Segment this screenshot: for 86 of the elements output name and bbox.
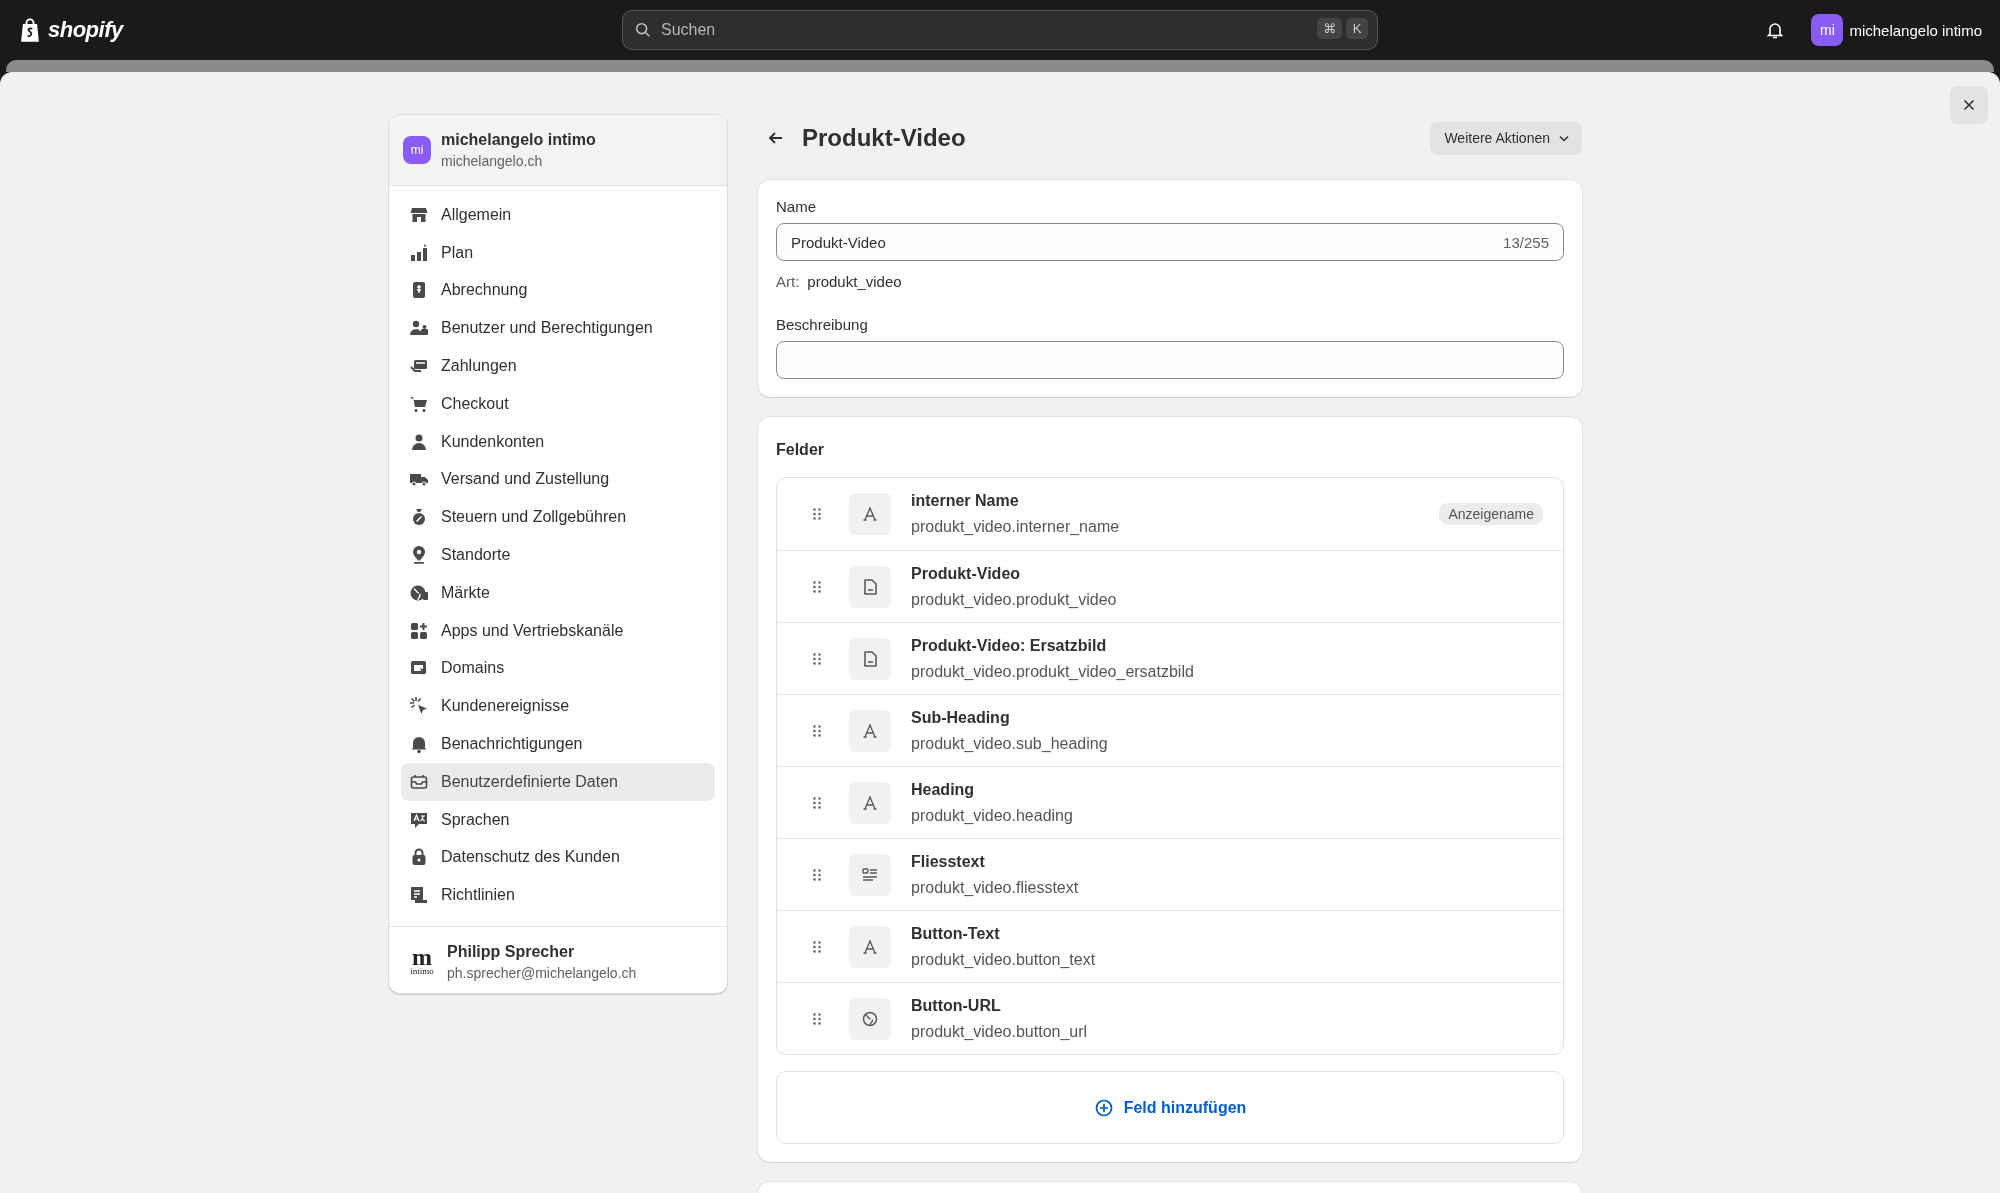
drag-handle-icon[interactable] [813,508,821,520]
field-key: produkt_video.button_url [911,1022,1543,1041]
field-label: Name [776,198,817,215]
sidebar-item[interactable]: Versand und Zustellung [401,460,715,499]
store-avatar: mi [403,136,431,164]
field-name: Heading [911,780,976,799]
bell-icon[interactable] [1765,20,1786,40]
field-name: Fliesstext [911,852,986,871]
field-label: Beschreibung [776,316,869,333]
drag-handle-icon[interactable] [813,580,821,593]
field-row[interactable]: Produkt-Video produkt_video.produkt_video [777,550,1563,622]
sidebar-item[interactable]: Abrechnung [401,271,715,310]
field-row[interactable]: Button-URL produkt_video.button_url [777,982,1563,1054]
sidebar-item[interactable]: Apps und Vertriebskanäle [401,611,715,650]
cursor-click-icon [409,696,429,717]
sidebar-item[interactable]: Allgemein [401,196,715,234]
plus-circle-icon [1093,1097,1114,1118]
field-key: produkt_video.sub_heading [911,734,1543,753]
section-title: Felder [776,441,825,459]
field-row[interactable]: Heading produkt_video.heading [777,766,1563,838]
sidebar-item[interactable]: Kundenkonten [401,422,715,461]
drag-handle-icon[interactable] [813,1012,821,1025]
store-name: michelangelo intimo [441,131,596,149]
add-field-button[interactable]: Feld hinzufügen [1089,1093,1251,1122]
field-row[interactable]: Fliesstext produkt_video.fliesstext [777,838,1563,910]
sidebar-item[interactable]: Kundenereignisse [401,687,715,726]
account-name: michelangelo intimo [1849,21,1982,39]
logo-text: shopify [48,17,123,43]
shortcut-key: ⌘ [1317,18,1342,39]
drag-handle-icon[interactable] [813,940,821,953]
drag-handle-icon[interactable] [813,652,821,665]
shortcut-key: K [1346,18,1368,39]
sidebar-item[interactable]: Standorte [401,536,715,574]
bar-chart-icon [409,242,429,263]
name-field[interactable]: Produkt-Video 13/255 [776,223,1564,261]
drag-handle-icon[interactable] [813,796,821,809]
logo-letter: m [412,948,432,967]
user-name: Philipp Sprecher [447,943,576,962]
account-menu[interactable]: mi michelangelo intimo [1811,14,1982,46]
type-value: produkt_video [807,273,902,290]
badge: Anzeigename [1439,503,1543,525]
field-key: produkt_video.produkt_video [911,590,1543,609]
field-row[interactable]: Button-Text produkt_video.button_text [777,910,1563,982]
avatar: mi [1811,14,1844,46]
sidebar-item[interactable]: Benutzerdefinierte Daten [401,762,715,801]
drag-handle-icon[interactable] [813,724,821,737]
sidebar-item[interactable]: Sprachen [401,800,715,839]
sidebar-item[interactable]: Richtlinien [401,876,715,915]
sidebar-item[interactable]: Benachrichtigungen [401,725,715,763]
field-name: Produkt-Video [911,564,1022,583]
user-email: ph.sprecher@michelangelo.ch [447,965,637,982]
apps-icon [409,620,429,641]
bell-icon [409,734,429,755]
description-field[interactable] [776,341,1564,379]
field-name: Produkt-Video: Ersatzbild [911,636,1108,655]
close-button[interactable] [1950,86,1988,124]
field-key: produkt_video.interner_name [911,518,1440,536]
document-icon [409,885,429,906]
field-key: produkt_video.produkt_video_ersatzbild [911,662,1543,681]
field-name: Sub-Heading [911,708,1011,727]
field-name: Button-URL [911,996,1002,1015]
sidebar-item[interactable]: Datenschutz des Kunden [401,838,715,877]
sidebar-item[interactable]: Domains [401,649,715,688]
field-value: Produkt-Video [791,233,886,251]
sidebar-item[interactable]: Märkte [401,573,715,612]
store-domain: michelangelo.ch [441,153,544,169]
field-row[interactable]: Sub-Heading produkt_video.sub_heading [777,694,1563,766]
shopping-bag-icon [18,17,42,43]
logo-subtitle: intimo [410,966,434,977]
page-title: Produkt-Video [802,124,966,152]
sidebar-item[interactable]: Zahlungen [401,347,715,385]
sidebar-item[interactable]: Plan [401,233,715,272]
character-counter: 13/255 [1503,233,1549,251]
sidebar-item[interactable]: Benutzer und Berechtigungen [401,309,715,348]
field-row[interactable]: interner Name produkt_video.interner_name Anzeigename [777,478,1563,550]
field-name: interner Name [911,492,1020,510]
type-label: Art: [776,273,800,290]
sidebar-item[interactable]: Steuern und Zollgebühren [401,498,715,537]
field-key: produkt_video.heading [911,806,1543,825]
drag-handle-icon[interactable] [813,868,821,881]
sidebar-item[interactable]: Checkout [401,385,715,423]
more-actions-button[interactable]: Weitere Aktionen [1430,121,1582,155]
field-key: produkt_video.button_text [911,950,1543,969]
field-name: Button-Text [911,924,1001,943]
field-row[interactable]: Produkt-Video: Ersatzbild produkt_video.produkt_video_ersatzbild [777,622,1563,694]
field-key: produkt_video.fliesstext [911,878,1543,897]
